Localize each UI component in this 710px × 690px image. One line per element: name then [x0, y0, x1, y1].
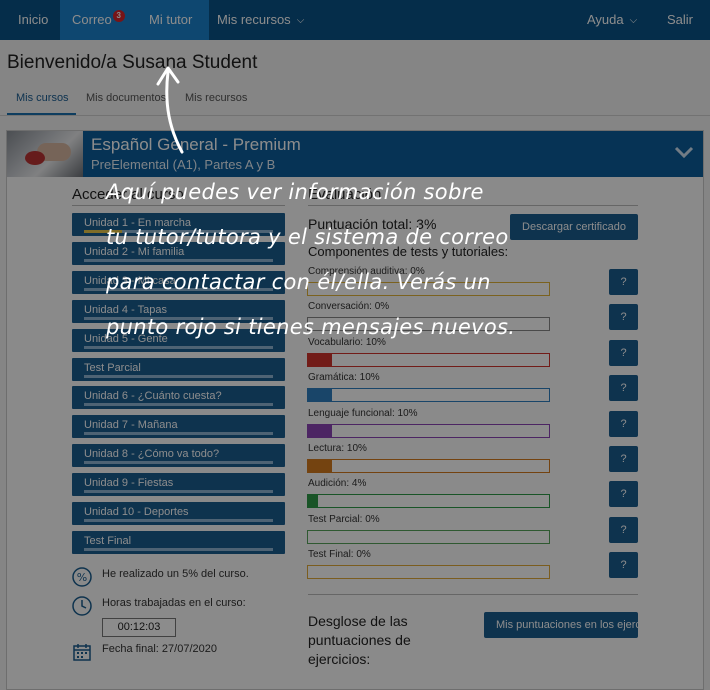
- tutorial-overlay[interactable]: Aquí puedes ver información sobre tu tut…: [0, 0, 710, 690]
- tooltip-line: punto rojo si tienes mensajes nuevos.: [106, 315, 516, 339]
- tooltip-line: para contactar con él/ella. Verás un: [106, 270, 491, 294]
- arrow-up-icon: [156, 66, 184, 154]
- tooltip-line: tu tutor/tutora y el sistema de correo: [106, 225, 509, 249]
- tooltip-line: Aquí puedes ver información sobre: [106, 180, 484, 204]
- tutorial-tooltip: Aquí puedes ver información sobre tu tut…: [106, 170, 606, 350]
